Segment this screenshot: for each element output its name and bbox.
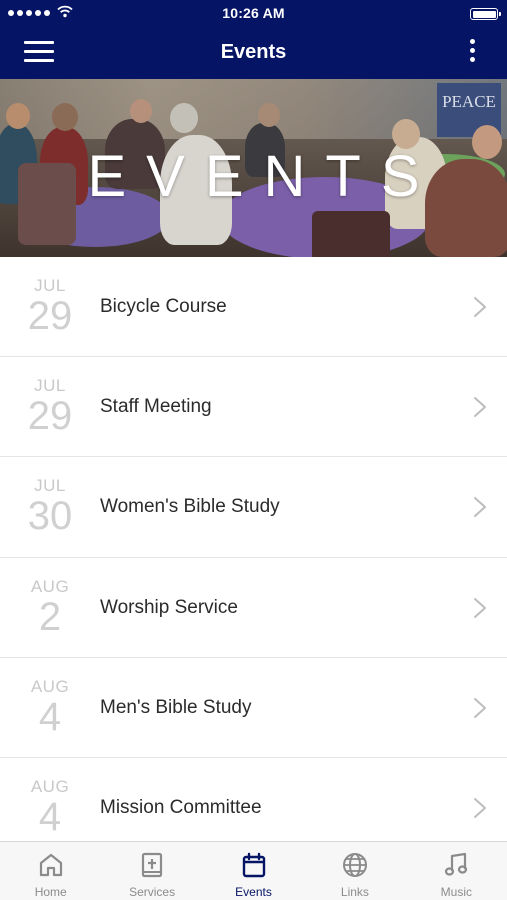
tab-home[interactable]: Home [0,842,101,900]
event-date: JUL 29 [18,276,82,338]
calendar-icon [240,851,268,879]
services-icon [138,851,166,879]
home-icon [37,851,65,879]
hero-person-head [52,103,78,131]
event-date: AUG 2 [18,576,82,639]
hero-title: EVENTS [87,144,440,209]
battery-icon [470,8,501,20]
hero-chair [312,211,390,257]
chevron-right-icon [474,397,486,418]
event-day: 29 [27,394,73,439]
status-time: 10:26 AM [222,5,285,21]
event-month: AUG [30,776,70,796]
event-title: Worship Service [100,596,238,618]
event-day: 4 [38,694,62,739]
event-month: JUL [34,476,66,496]
event-title: Women's Bible Study [100,496,280,518]
event-month: AUG [30,576,70,596]
event-date: JUL 29 [18,376,82,439]
event-title: Bicycle Course [100,296,227,317]
event-day: 2 [38,594,62,639]
more-options-icon[interactable] [467,39,477,67]
event-day: 4 [38,794,62,839]
event-list-item[interactable]: AUG 4 Mission Committee [0,757,507,841]
tab-links[interactable]: Links [304,842,405,900]
tab-events[interactable]: Events [203,842,304,900]
tab-music[interactable]: Music [406,842,507,900]
event-title: Men's Bible Study [100,696,252,718]
event-month: JUL [34,376,66,396]
page-title: Events [220,41,287,63]
tab-label: Services [129,885,176,899]
event-month: JUL [34,276,66,295]
chevron-right-icon [474,297,486,317]
event-date: AUG 4 [18,776,82,839]
chevron-right-icon [474,497,486,518]
chevron-right-icon [474,597,486,618]
event-day: 29 [27,294,73,338]
event-month: AUG [30,676,70,696]
event-day: 30 [27,494,73,539]
tab-label: Events [235,885,272,899]
events-list: JUL 29 Bicycle Course JUL 29 Staff Meeting JUL… [0,257,507,841]
hero-person-head [130,99,152,123]
event-date: JUL 30 [18,476,82,539]
globe-icon [341,851,369,879]
event-date: AUG 4 [18,676,82,739]
tab-label: Music [440,885,472,899]
events-hero-banner: PEACE EVENTS [0,79,507,257]
navigation-bar: Events [0,28,507,79]
tab-services[interactable]: Services [101,842,202,900]
bottom-tab-bar: Home Services Events Links Music [0,841,507,900]
hero-person-head [258,103,280,127]
music-note-icon [442,851,470,879]
event-title: Mission Committee [100,796,262,818]
hero-person-head [170,103,198,133]
event-list-item[interactable]: JUL 29 Bicycle Course [0,257,507,358]
event-title: Staff Meeting [100,396,212,418]
tab-label: Home [34,885,67,899]
chevron-right-icon [474,797,486,818]
event-list-item[interactable]: JUL 30 Women's Bible Study [0,457,507,558]
tab-label: Links [340,885,369,899]
hero-person-head [6,103,30,129]
event-list-item[interactable]: AUG 4 Men's Bible Study [0,657,507,758]
event-list-item[interactable]: AUG 2 Worship Service [0,557,507,658]
event-list-item[interactable]: JUL 29 Staff Meeting [0,357,507,458]
status-bar: 10:26 AM [0,0,507,28]
chevron-right-icon [474,697,486,718]
